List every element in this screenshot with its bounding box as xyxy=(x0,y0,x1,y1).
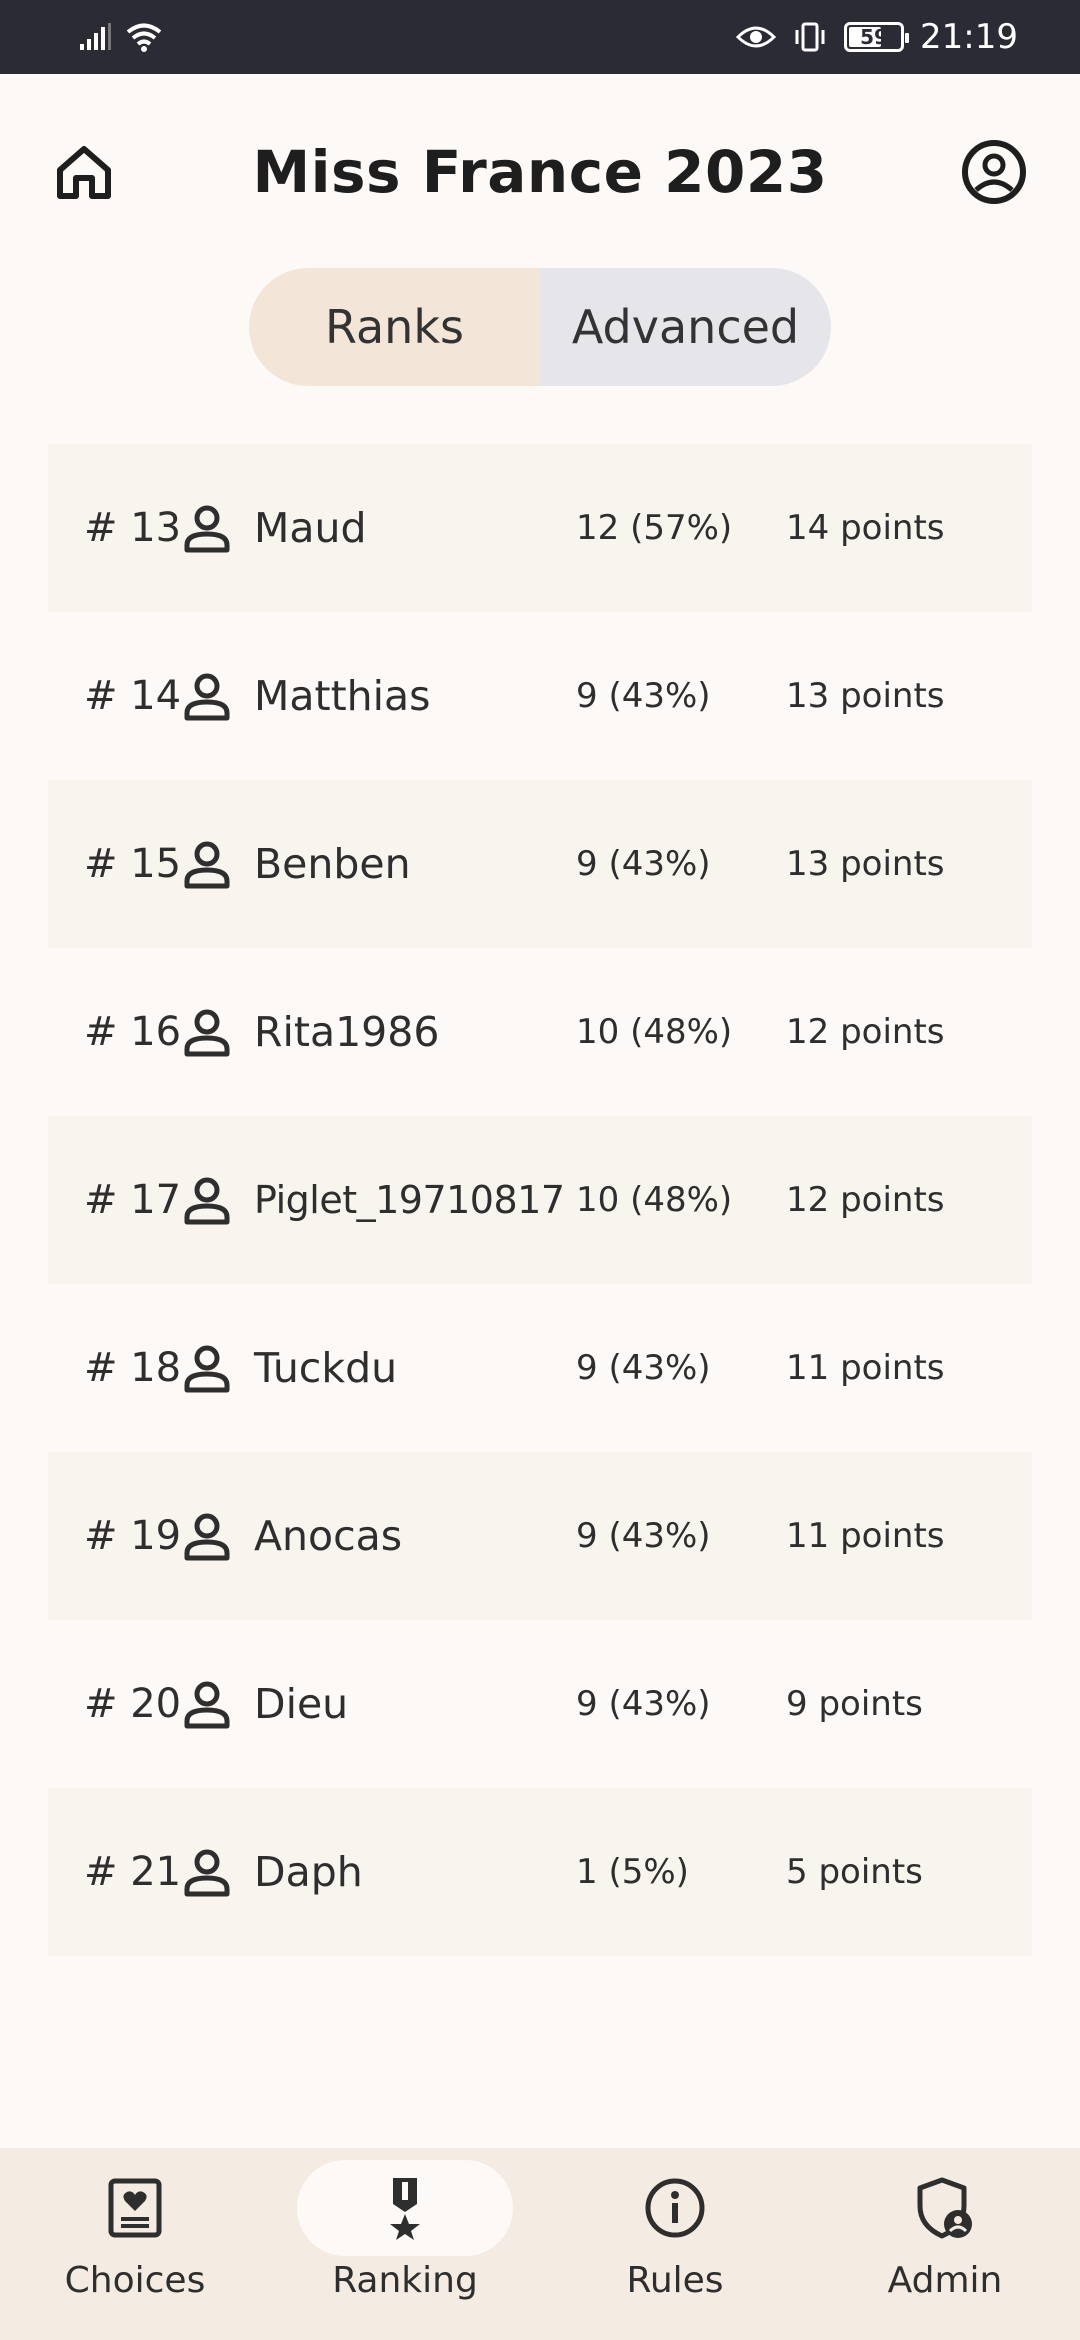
correct-count: 9 (43%) xyxy=(576,844,711,884)
person-icon xyxy=(184,1009,230,1057)
person-icon xyxy=(184,841,230,889)
vibrate-icon xyxy=(795,22,825,52)
nav-ranking-icon-wrap xyxy=(297,2160,513,2256)
ranking-row[interactable]: # 17 Piglet_19710817 10 (48%) 12 points xyxy=(48,1116,1032,1284)
ranking-row[interactable]: # 20 Dieu 9 (43%) 9 points xyxy=(48,1620,1032,1788)
points: 12 points xyxy=(786,1012,945,1052)
rank-number: # 20 xyxy=(84,1681,182,1727)
correct-count: 9 (43%) xyxy=(576,1684,711,1724)
rank-number: # 14 xyxy=(84,673,182,719)
ranking-row[interactable]: # 15 Benben 9 (43%) 13 points xyxy=(48,780,1032,948)
nav-choices-icon-wrap xyxy=(27,2160,243,2256)
nav-rules-icon-wrap xyxy=(567,2160,783,2256)
points: 5 points xyxy=(786,1852,923,1892)
nav-admin-icon-wrap xyxy=(837,2160,1053,2256)
nav-choices[interactable]: Choices xyxy=(0,2148,270,2340)
player-name: Anocas xyxy=(254,1512,403,1560)
ranking-row[interactable]: # 18 Tuckdu 9 (43%) 11 points xyxy=(48,1284,1032,1452)
ranking-row[interactable]: # 16 Rita1986 10 (48%) 12 points xyxy=(48,948,1032,1116)
shield-account-icon xyxy=(917,2177,972,2239)
tab-ranks[interactable]: Ranks xyxy=(249,268,540,386)
person-icon xyxy=(184,1849,230,1897)
correct-count: 10 (48%) xyxy=(576,1180,733,1220)
nav-rules-label: Rules xyxy=(626,2260,724,2301)
medal-icon xyxy=(390,2178,420,2240)
ranking-list: # 13 Maud 12 (57%) 14 points # 14 Matthi… xyxy=(48,444,1032,1956)
person-icon xyxy=(184,673,230,721)
app-header: Miss France 2023 xyxy=(0,74,1080,270)
battery-level: 59 xyxy=(860,25,888,49)
points: 13 points xyxy=(786,676,945,716)
battery-indicator: 59 xyxy=(844,22,910,52)
rank-number: # 19 xyxy=(84,1513,182,1559)
rank-number: # 16 xyxy=(84,1009,182,1055)
correct-count: 9 (43%) xyxy=(576,676,711,716)
person-icon xyxy=(184,1513,230,1561)
player-name: Maud xyxy=(254,504,367,552)
status-left xyxy=(78,21,164,53)
nav-ranking-label: Ranking xyxy=(332,2260,478,2301)
points: 11 points xyxy=(786,1348,945,1388)
ranking-row[interactable]: # 19 Anocas 9 (43%) 11 points xyxy=(48,1452,1032,1620)
view-toggle: Ranks Advanced xyxy=(249,268,831,386)
rank-number: # 18 xyxy=(84,1345,182,1391)
points: 9 points xyxy=(786,1684,923,1724)
correct-count: 9 (43%) xyxy=(576,1516,711,1556)
account-circle-icon xyxy=(962,140,1026,204)
player-name: Daph xyxy=(254,1848,363,1896)
rank-number: # 13 xyxy=(84,505,182,551)
points: 11 points xyxy=(786,1516,945,1556)
correct-count: 1 (5%) xyxy=(576,1852,689,1892)
nav-admin-label: Admin xyxy=(887,2260,1003,2301)
card-heart-icon xyxy=(108,2178,162,2238)
rank-number: # 21 xyxy=(84,1849,182,1895)
clock: 21:19 xyxy=(920,17,1018,57)
tab-advanced[interactable]: Advanced xyxy=(540,268,831,386)
player-name: Benben xyxy=(254,840,411,888)
home-icon xyxy=(57,146,111,199)
person-icon xyxy=(184,1681,230,1729)
home-button[interactable] xyxy=(52,140,116,204)
account-button[interactable] xyxy=(960,138,1028,206)
eye-icon xyxy=(736,26,777,48)
status-bar: 59 21:19 xyxy=(0,0,1080,74)
person-icon xyxy=(184,505,230,553)
ranking-row[interactable]: # 14 Matthias 9 (43%) 13 points xyxy=(48,612,1032,780)
correct-count: 12 (57%) xyxy=(576,508,733,548)
points: 14 points xyxy=(786,508,945,548)
nav-ranking[interactable]: Ranking xyxy=(270,2148,540,2340)
signal-icon xyxy=(80,23,111,50)
points: 12 points xyxy=(786,1180,945,1220)
nav-admin[interactable]: Admin xyxy=(810,2148,1080,2340)
page-title: Miss France 2023 xyxy=(252,138,828,206)
info-icon xyxy=(645,2178,705,2238)
player-name: Matthias xyxy=(254,672,431,720)
rank-number: # 17 xyxy=(84,1177,182,1223)
rank-number: # 15 xyxy=(84,841,182,887)
player-name: Tuckdu xyxy=(254,1344,398,1392)
ranking-row[interactable]: # 13 Maud 12 (57%) 14 points xyxy=(48,444,1032,612)
correct-count: 9 (43%) xyxy=(576,1348,711,1388)
wifi-icon xyxy=(126,23,162,52)
nav-choices-label: Choices xyxy=(64,2260,206,2301)
correct-count: 10 (48%) xyxy=(576,1012,733,1052)
bottom-nav: Choices Ranking Rules Admin xyxy=(0,2148,1080,2340)
status-right: 59 21:19 xyxy=(736,17,1018,57)
points: 13 points xyxy=(786,844,945,884)
player-name: Dieu xyxy=(254,1680,349,1728)
person-icon xyxy=(184,1345,230,1393)
player-name: Piglet_19710817 xyxy=(254,1178,565,1222)
person-icon xyxy=(184,1177,230,1225)
ranking-row[interactable]: # 21 Daph 1 (5%) 5 points xyxy=(48,1788,1032,1956)
nav-rules[interactable]: Rules xyxy=(540,2148,810,2340)
player-name: Rita1986 xyxy=(254,1008,440,1056)
